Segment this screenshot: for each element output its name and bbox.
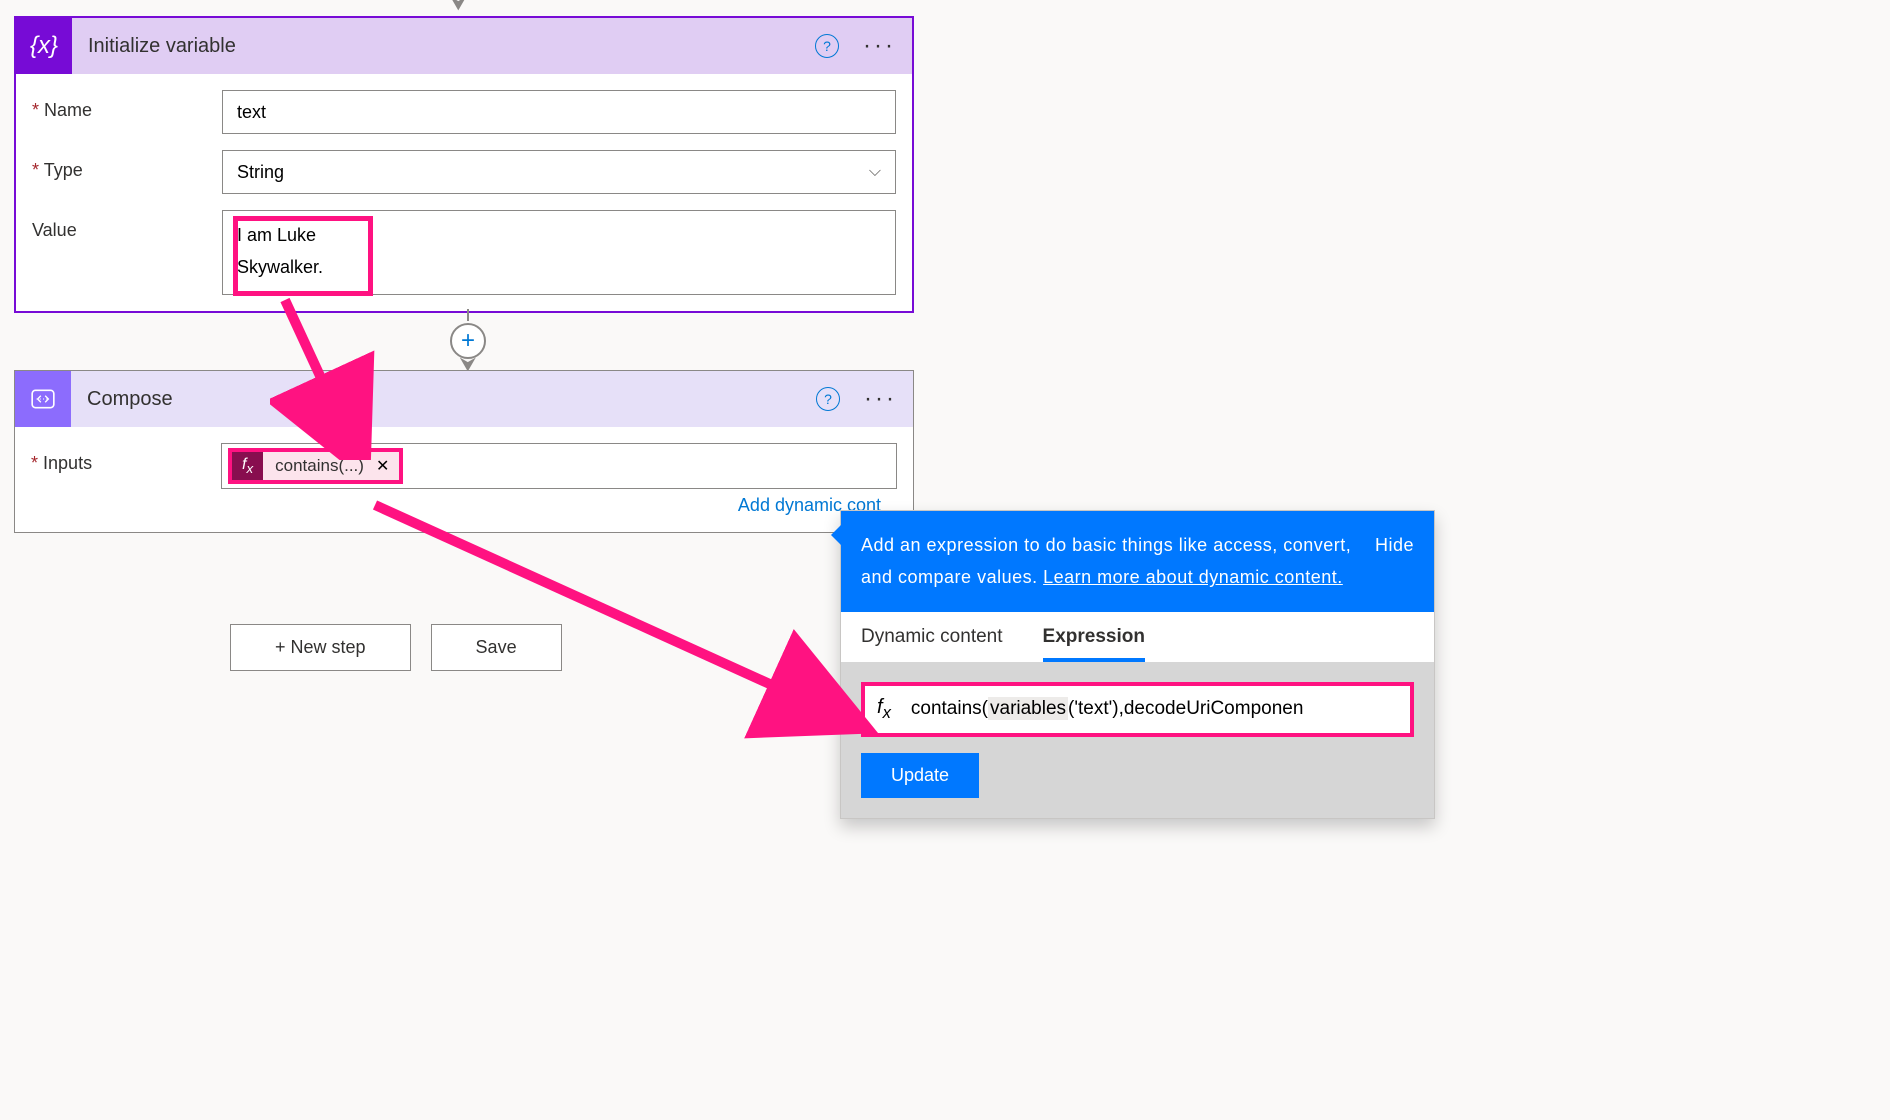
value-label: Value: [32, 210, 222, 241]
inputs-field-row: * Inputs fx contains(...) ✕: [31, 443, 897, 489]
fx-icon: fx: [877, 696, 891, 723]
learn-more-link[interactable]: Learn more about dynamic content.: [1043, 567, 1343, 587]
more-icon[interactable]: ···: [864, 385, 897, 413]
new-step-button[interactable]: + New step: [230, 624, 411, 671]
type-field-row: * Type String ⌵: [32, 150, 896, 194]
value-field-row: Value I am Luke Skywalker.: [32, 210, 896, 295]
banner-text: Add an expression to do basic things lik…: [861, 529, 1355, 594]
expression-token[interactable]: fx contains(...) ✕: [228, 448, 403, 484]
expression-banner: Add an expression to do basic things lik…: [841, 511, 1434, 612]
add-dynamic-content-link[interactable]: Add dynamic cont: [31, 489, 897, 516]
remove-token-icon[interactable]: ✕: [376, 456, 399, 476]
compose-icon: [15, 371, 71, 427]
variable-icon: {x}: [16, 18, 72, 74]
expression-input[interactable]: fx contains(variables('text'),decodeUriC…: [861, 682, 1414, 737]
inputs-label: * Inputs: [31, 443, 221, 474]
type-select[interactable]: String ⌵: [222, 150, 896, 194]
expression-code: contains(variables('text'),decodeUriComp…: [911, 698, 1304, 720]
save-button[interactable]: Save: [431, 624, 562, 671]
expression-popup: Add an expression to do basic things lik…: [840, 510, 1435, 819]
action-buttons-row: + New step Save: [230, 624, 562, 671]
connector-line: [467, 309, 469, 321]
name-input[interactable]: text: [222, 90, 896, 134]
tab-dynamic-content[interactable]: Dynamic content: [861, 626, 1003, 662]
help-icon[interactable]: ?: [815, 34, 839, 58]
card-body: * Name text * Type String ⌵ Value I am L…: [16, 74, 912, 311]
type-label: * Type: [32, 150, 222, 181]
update-button[interactable]: Update: [861, 753, 979, 798]
tabs: Dynamic content Expression: [841, 612, 1434, 662]
arrow-down-icon: ⮟: [450, 0, 467, 10]
compose-card: Compose ? ··· * Inputs fx contains(...) …: [14, 370, 914, 533]
card-body: * Inputs fx contains(...) ✕ Add dynamic …: [15, 427, 913, 532]
card-title: Compose: [71, 388, 816, 411]
card-header[interactable]: {x} Initialize variable ? ···: [16, 18, 912, 74]
token-label: contains(...): [263, 456, 376, 476]
connector-mid: + ⮟: [450, 309, 486, 371]
name-label: * Name: [32, 90, 222, 121]
card-header[interactable]: Compose ? ···: [15, 371, 913, 427]
help-icon[interactable]: ?: [816, 387, 840, 411]
inputs-input[interactable]: fx contains(...) ✕: [221, 443, 897, 489]
value-input[interactable]: I am Luke Skywalker.: [222, 210, 896, 295]
name-field-row: * Name text: [32, 90, 896, 134]
tab-expression[interactable]: Expression: [1043, 626, 1145, 662]
fx-icon: fx: [232, 452, 263, 480]
expression-input-area: fx contains(variables('text'),decodeUriC…: [841, 662, 1434, 818]
initialize-variable-card: {x} Initialize variable ? ··· * Name tex…: [14, 16, 914, 313]
chevron-down-icon: ⌵: [869, 163, 881, 181]
card-title: Initialize variable: [72, 35, 815, 58]
connector-top: ⮟: [450, 0, 467, 10]
hide-link[interactable]: Hide: [1375, 529, 1414, 561]
more-icon[interactable]: ···: [863, 32, 896, 60]
